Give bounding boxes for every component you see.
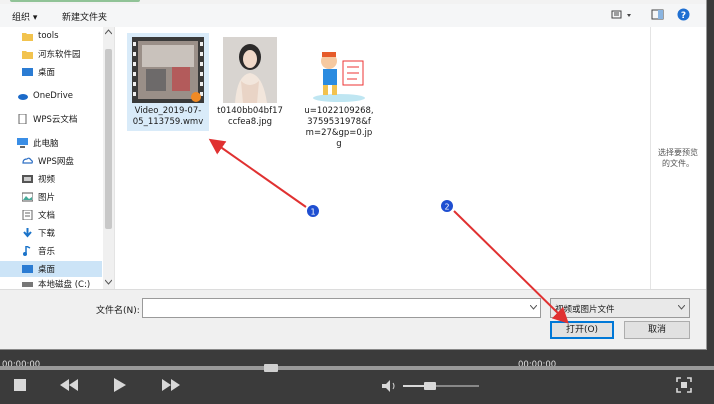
play-icon[interactable] <box>114 378 126 395</box>
previous-icon[interactable] <box>60 379 78 394</box>
music-icon <box>22 245 33 256</box>
seek-knob[interactable] <box>264 364 279 372</box>
sidebar-item-label: tools <box>38 31 59 41</box>
sidebar-item-pictures[interactable]: 图片 <box>0 189 102 205</box>
seek-bar[interactable] <box>0 364 714 372</box>
drive-icon <box>22 279 33 289</box>
file-name-line: 3759531978&f <box>307 117 371 127</box>
sidebar-item-documents[interactable]: 文档 <box>0 207 102 223</box>
file-list: Video_2019-07- 05_113759.wmv t0140bb04bf… <box>115 27 650 289</box>
preview-hint-line: 的文件。 <box>662 159 694 168</box>
volume-slider[interactable] <box>403 382 479 390</box>
sidebar-item-music[interactable]: 音乐 <box>0 243 102 259</box>
preview-hint-line: 选择要预览 <box>658 148 698 157</box>
file-name-line: t0140bb04bf17 <box>217 106 283 116</box>
sidebar-item-label: 下载 <box>38 229 56 239</box>
preview-pane: 选择要预览 的文件。 <box>650 27 706 289</box>
file-item-video[interactable]: Video_2019-07- 05_113759.wmv <box>127 33 209 131</box>
chevron-down-icon[interactable] <box>530 305 537 310</box>
file-item-photo[interactable]: t0140bb04bf17 ccfea8.jpg <box>209 33 291 131</box>
video-thumbnail <box>132 37 204 103</box>
sidebar-item-hedong[interactable]: 河东软件园 <box>0 46 102 62</box>
sidebar-item-label: WPS网盘 <box>38 157 74 167</box>
doc-icon <box>17 113 28 125</box>
new-folder-button[interactable]: 新建文件夹 <box>62 10 107 23</box>
view-options-icon[interactable] <box>611 9 633 24</box>
file-item-cartoon[interactable]: u=1022109268, 3759531978&f m=27&gp=0.jp … <box>298 37 380 157</box>
sidebar-item-label: 音乐 <box>38 247 56 257</box>
desktop-icon <box>22 67 33 77</box>
file-name-line: u=1022109268, <box>304 106 374 116</box>
sidebar-item-label: 图片 <box>38 193 56 203</box>
cancel-button[interactable]: 取消 <box>624 321 690 339</box>
sidebar-item-this-pc[interactable]: 此电脑 <box>0 135 102 151</box>
sidebar-item-label: 河东软件园 <box>38 50 81 60</box>
organize-menu[interactable]: 组织 ▾ <box>12 10 37 23</box>
folder-icon <box>22 31 33 41</box>
picture-icon <box>21 192 34 202</box>
cloud-icon <box>17 91 28 101</box>
filename-label: 文件名(N): <box>96 306 140 316</box>
photo-thumbnail <box>223 37 277 103</box>
download-icon <box>22 228 33 238</box>
preview-pane-icon[interactable] <box>651 9 664 24</box>
sidebar-scrollbar[interactable] <box>103 27 114 289</box>
sidebar-item-wps-drive[interactable]: WPS网盘 <box>0 153 102 169</box>
desktop-icon <box>22 264 33 274</box>
dialog-bottom-panel: 文件名(N): 视频或图片文件 打开(O) 取消 <box>0 289 706 349</box>
help-icon[interactable]: ? <box>677 8 690 24</box>
video-icon <box>22 174 33 184</box>
sidebar-item-label: 视频 <box>38 175 56 185</box>
computer-icon <box>17 138 28 148</box>
sidebar-item-label: 文档 <box>38 211 56 221</box>
navigation-pane: tools 河东软件园 桌面 OneDrive WPS云文档 此电脑 WPS网盘 <box>0 27 115 290</box>
document-icon <box>22 209 33 221</box>
sidebar-item-tools[interactable]: tools <box>0 28 102 44</box>
help-glyph: ? <box>681 11 686 21</box>
dialog-toolbar: 组织 ▾ 新建文件夹 ? <box>0 4 706 28</box>
open-button[interactable]: 打开(O) <box>550 321 614 339</box>
preview-hint: 选择要预览 的文件。 <box>651 147 705 169</box>
file-name-line: 05_113759.wmv <box>132 117 204 127</box>
volume-icon[interactable] <box>382 380 398 395</box>
sidebar-item-onedrive[interactable]: OneDrive <box>0 88 102 104</box>
sidebar-item-label: 此电脑 <box>33 139 59 149</box>
scroll-down-icon[interactable] <box>105 279 112 285</box>
next-icon[interactable] <box>162 379 180 394</box>
file-type-filter[interactable]: 视频或图片文件 <box>550 298 690 318</box>
filename-input[interactable] <box>142 298 541 318</box>
volume-knob[interactable] <box>423 382 436 390</box>
sidebar-item-label: OneDrive <box>33 91 73 101</box>
file-type-value: 视频或图片文件 <box>555 305 615 315</box>
file-name-line: Video_2019-07- <box>134 106 202 116</box>
chevron-down-icon[interactable] <box>678 305 685 310</box>
sidebar-item-downloads[interactable]: 下载 <box>0 225 102 241</box>
fullscreen-icon[interactable] <box>676 377 692 396</box>
stop-icon[interactable] <box>13 378 27 395</box>
sidebar-item-wps-cloud[interactable]: WPS云文档 <box>0 111 102 127</box>
cartoon-thumbnail <box>307 43 371 103</box>
file-name-line: ccfea8.jpg <box>227 117 273 127</box>
file-name-line: m=27&gp=0.jp <box>305 128 373 138</box>
sidebar-item-label: WPS云文档 <box>33 115 78 125</box>
sidebar-item-label: 桌面 <box>38 68 56 78</box>
media-player-bar: 00:00:00 00:00:00 <box>0 350 714 404</box>
cloud-drive-icon <box>22 156 33 166</box>
sidebar-item-desktop-selected[interactable]: 桌面 <box>0 261 102 277</box>
sidebar-item-label: 桌面 <box>38 265 56 275</box>
scroll-up-icon[interactable] <box>105 29 112 35</box>
scrollbar-thumb[interactable] <box>105 49 112 229</box>
file-name-line: g <box>336 139 342 149</box>
file-open-dialog: 组织 ▾ 新建文件夹 ? tools 河东软件园 桌面 OneDrive WPS… <box>0 0 707 350</box>
folder-icon <box>22 49 33 59</box>
sidebar-item-videos[interactable]: 视频 <box>0 171 102 187</box>
sidebar-item-desktop[interactable]: 桌面 <box>0 64 102 80</box>
